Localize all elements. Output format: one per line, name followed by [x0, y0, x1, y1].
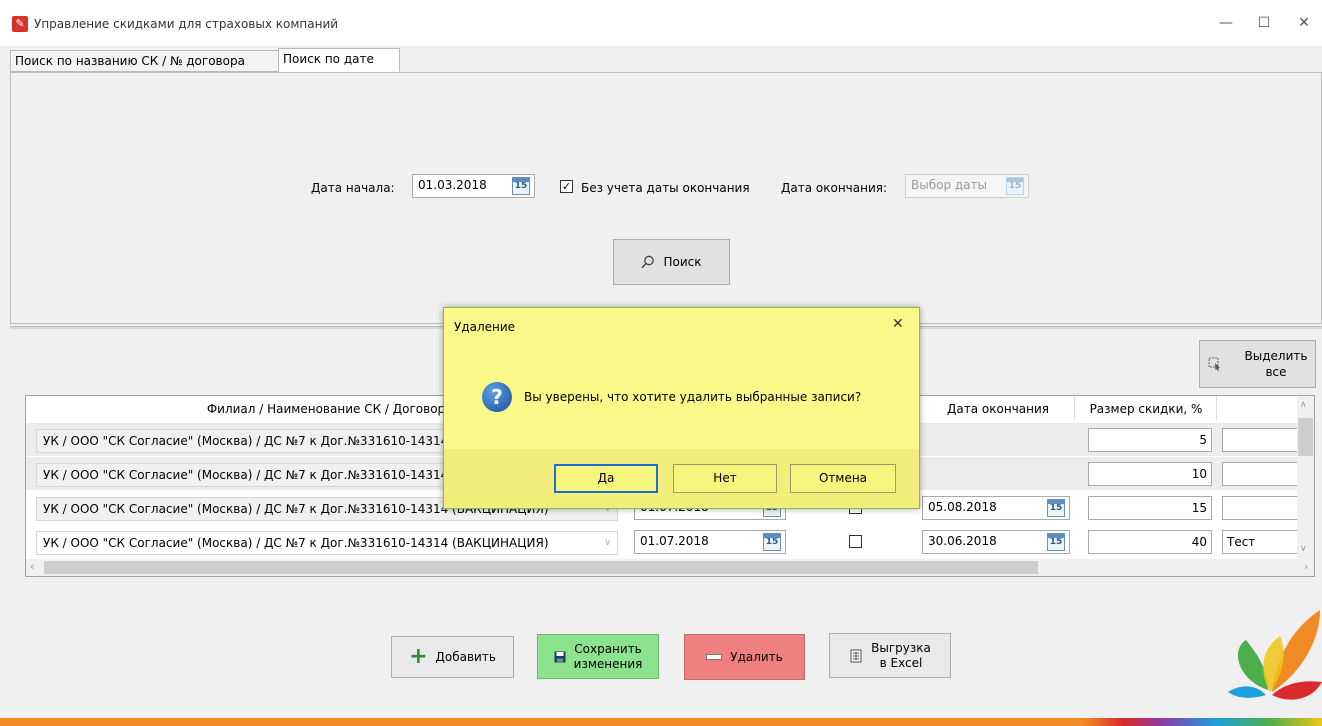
end-date-label: Дата окончания: [781, 181, 888, 195]
row-name-combo[interactable]: УК / ООО "СК Согласие" (Москва) / ДС №7 … [36, 531, 618, 555]
discount-field[interactable]: 15 [1088, 496, 1212, 520]
calendar-icon[interactable]: 15 [1047, 533, 1065, 551]
cancel-button[interactable]: Отмена [790, 464, 896, 493]
add-button-label: Добавить [435, 650, 496, 664]
scroll-down-icon[interactable]: ∨ [1300, 544, 1307, 554]
discount-field[interactable]: 10 [1088, 462, 1212, 486]
no-button[interactable]: Нет [673, 464, 777, 493]
start-date-field[interactable]: 01.03.2018 15 [412, 174, 535, 198]
delete-confirmation-dialog: Удаление ✕ ? Вы уверены, что хотите удал… [443, 307, 920, 509]
export-label-line1: Выгрузка [871, 640, 931, 655]
row-name-text: УК / ООО "СК Согласие" (Москва) / ДС №7 … [43, 536, 549, 550]
export-excel-button[interactable]: Выгрузка в Excel [829, 633, 951, 678]
vertical-scrollbar[interactable]: ∧ ∨ [1297, 396, 1314, 560]
scroll-up-icon[interactable]: ∧ [1300, 400, 1307, 410]
end-date-cell[interactable]: 05.08.2018 15 [922, 496, 1070, 520]
save-button[interactable]: Сохранить изменения [537, 634, 659, 679]
start-date-label: Дата начала: [311, 181, 395, 195]
end-date-text: 05.08.2018 [928, 500, 997, 514]
note-field[interactable] [1222, 428, 1302, 452]
column-header-end-date[interactable]: Дата окончания [922, 396, 1075, 420]
tab-search-by-date[interactable]: Поиск по дате [278, 48, 400, 72]
search-button[interactable]: Поиск [613, 239, 730, 285]
brand-stripe [0, 718, 1322, 726]
dialog-title: Удаление [454, 320, 516, 334]
select-all-label-line2: все [1265, 365, 1287, 379]
end-date-placeholder: Выбор даты [911, 178, 987, 192]
search-button-label: Поиск [663, 255, 702, 269]
column-header-discount[interactable]: Размер скидки, % [1076, 396, 1217, 420]
start-date-cell[interactable]: 01.07.2018 15 [634, 530, 786, 554]
floppy-icon [554, 651, 566, 662]
end-date-field[interactable]: Выбор даты 15 [905, 174, 1029, 198]
select-all-label-line1: Выделить [1244, 349, 1308, 363]
close-button[interactable]: ✕ [1290, 12, 1318, 34]
save-label-line1: Сохранить [574, 641, 642, 656]
row-checkbox[interactable] [849, 535, 862, 548]
minimize-button[interactable]: — [1212, 12, 1240, 34]
ignore-end-date-checkbox[interactable]: ✓ [560, 180, 573, 193]
export-label-line2: в Excel [879, 655, 923, 670]
minus-icon [706, 654, 723, 660]
start-date-text: 01.07.2018 [640, 534, 709, 548]
dialog-message: Вы уверены, что хотите удалить выбранные… [524, 390, 862, 404]
select-all-button[interactable]: Выделить все [1199, 340, 1316, 388]
window-title: Управление скидками для страховых компан… [34, 17, 339, 31]
vertical-scroll-thumb[interactable] [1298, 418, 1313, 456]
discount-field[interactable]: 40 [1088, 530, 1212, 554]
horizontal-scroll-thumb[interactable] [44, 561, 1038, 574]
add-button[interactable]: + Добавить [391, 636, 514, 678]
end-date-cell[interactable]: 30.06.2018 15 [922, 530, 1070, 554]
search-icon [641, 255, 655, 269]
calendar-icon[interactable]: 15 [763, 533, 781, 551]
dialog-close-button[interactable]: ✕ [892, 316, 904, 332]
yes-button[interactable]: Да [554, 464, 658, 493]
note-field[interactable]: Тест [1222, 530, 1302, 554]
horizontal-scrollbar[interactable]: ‹ › [26, 559, 1314, 576]
end-date-text: 30.06.2018 [928, 534, 997, 548]
app-icon: ✎ [12, 16, 28, 32]
save-label-line2: изменения [573, 656, 643, 671]
plus-icon: + [409, 644, 428, 669]
window-titlebar: ✎ Управление скидками для страховых комп… [0, 0, 1322, 46]
table-row[interactable]: УК / ООО "СК Согласие" (Москва) / ДС №7 … [26, 525, 1302, 558]
calendar-icon: 15 [1006, 177, 1024, 195]
note-field[interactable] [1222, 462, 1302, 486]
tab-search-by-name[interactable]: Поиск по названию СК / № договора [10, 50, 282, 72]
calendar-icon[interactable]: 15 [1047, 499, 1065, 517]
start-date-value: 01.03.2018 [418, 178, 487, 192]
delete-button[interactable]: Удалить [684, 634, 805, 680]
excel-export-icon [850, 649, 862, 662]
scroll-left-icon[interactable]: ‹ [30, 560, 34, 573]
calendar-icon[interactable]: 15 [512, 177, 530, 195]
note-field[interactable] [1222, 496, 1302, 520]
question-icon: ? [482, 382, 512, 412]
company-logo [1228, 610, 1322, 700]
search-panel: Дата начала: 01.03.2018 15 ✓ Без учета д… [10, 72, 1322, 324]
ignore-end-date-label: Без учета даты окончания [581, 181, 750, 195]
chevron-down-icon: ∨ [604, 538, 611, 548]
select-all-icon [1208, 357, 1220, 371]
maximize-button[interactable]: ☐ [1250, 12, 1278, 34]
delete-button-label: Удалить [730, 650, 783, 664]
discount-field[interactable]: 5 [1088, 428, 1212, 452]
scroll-right-icon[interactable]: › [1304, 560, 1308, 573]
